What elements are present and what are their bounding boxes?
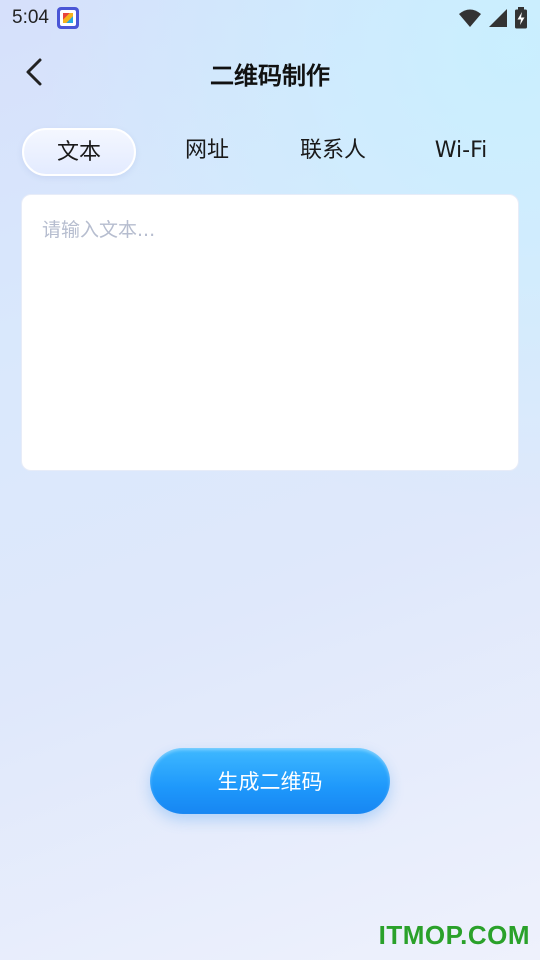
- tab-url[interactable]: 网址: [150, 128, 264, 176]
- tab-text[interactable]: 文本: [22, 128, 136, 176]
- tab-wifi[interactable]: Wi-Fi: [404, 128, 518, 176]
- watermark-text: ITMOP.COM: [378, 920, 530, 950]
- status-time: 5:04: [12, 7, 49, 28]
- text-input[interactable]: [22, 195, 518, 470]
- type-tabs: 文本 网址 联系人 Wi-Fi: [22, 128, 522, 176]
- header: 二维码制作: [0, 44, 540, 100]
- status-bar: 5:04: [0, 0, 540, 36]
- battery-charging-icon: [515, 7, 527, 29]
- status-icons: [458, 7, 528, 29]
- text-input-card: [21, 194, 519, 471]
- wifi-icon: [459, 9, 481, 27]
- generate-qr-button[interactable]: 生成二维码: [150, 748, 390, 814]
- signal-icon: [489, 9, 507, 27]
- page-title: 二维码制作: [210, 62, 330, 90]
- app-notification-icon: [56, 7, 79, 29]
- tab-contact[interactable]: 联系人: [276, 128, 390, 176]
